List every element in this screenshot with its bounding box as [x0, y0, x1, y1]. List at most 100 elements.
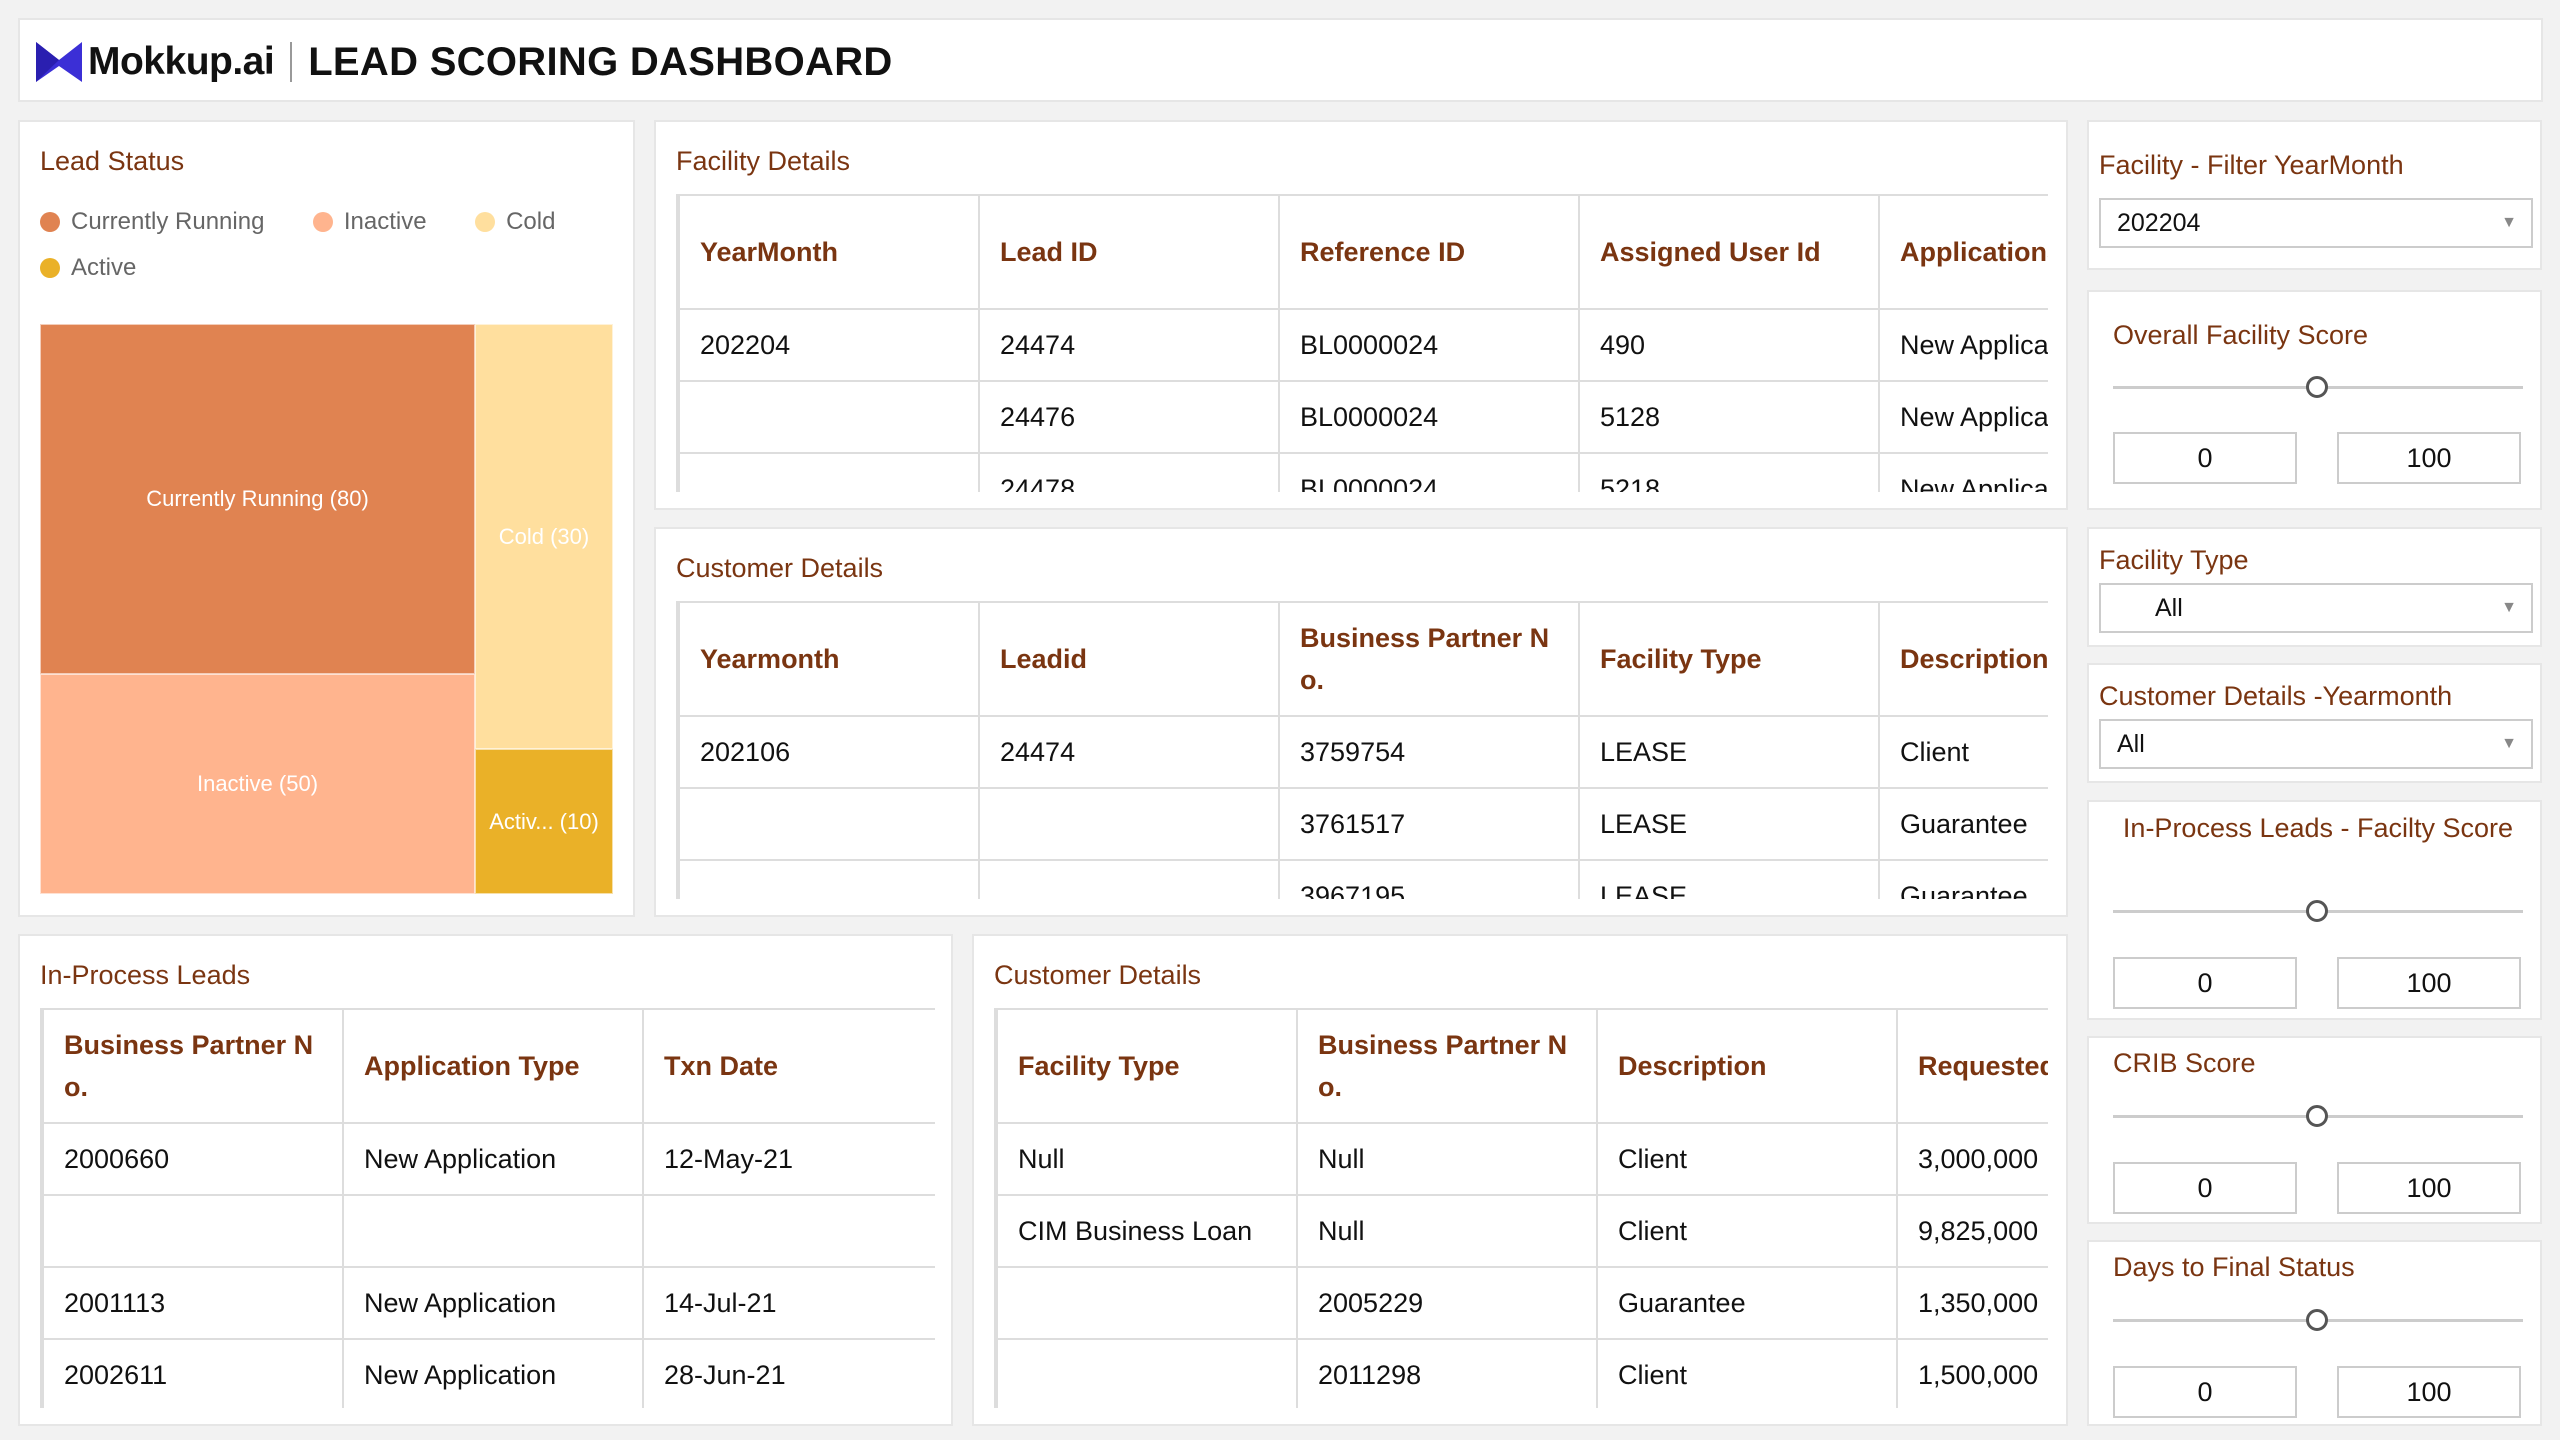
column-header[interactable]: ApplicationStatus: [1878, 194, 2048, 310]
table-cell: CIM Business Loan: [996, 1194, 1298, 1268]
table-row[interactable]: 24478 BL0000024 5218 New Applica: [678, 452, 2048, 492]
table-row[interactable]: 3967195 LEASE Guarantee: [678, 859, 2048, 899]
facility-type-panel: Facility Type All ▼: [2087, 527, 2542, 647]
table-cell: 24474: [978, 308, 1280, 382]
column-header[interactable]: Description: [1878, 601, 2048, 717]
legend-dot: [475, 212, 496, 232]
column-header[interactable]: Assigned User Id: [1578, 194, 1880, 310]
column-header[interactable]: Application Type: [342, 1008, 644, 1124]
overall-score-panel: Overall Facility Score 0 100: [2087, 290, 2542, 510]
treemap-tile-currently-running[interactable]: Currently Running (80): [40, 324, 475, 674]
table-cell: [678, 452, 980, 492]
legend-dot: [312, 212, 333, 232]
table-row[interactable]: 2002611 New Application 28-Jun-21: [42, 1338, 935, 1408]
table-row[interactable]: 202106 24474 3759754 LEASE Client: [678, 715, 2048, 789]
slider-handle[interactable]: [2306, 376, 2328, 398]
lead-status-panel: Lead Status Currently Running Inactive C…: [18, 120, 635, 917]
table-cell: 1,350,000: [1896, 1266, 2048, 1340]
table-cell: Null: [1296, 1194, 1598, 1268]
max-value-input[interactable]: 100: [2337, 957, 2521, 1009]
min-value-input[interactable]: 0: [2113, 1162, 2297, 1214]
customer-details-table: Facility Type Business Partner No. Descr…: [996, 1008, 2048, 1408]
slider-handle[interactable]: [2306, 1309, 2328, 1331]
yearmonth-dropdown[interactable]: 202204 ▼: [2099, 198, 2533, 248]
crib-score-panel: CRIB Score 0 100: [2087, 1036, 2542, 1224]
slider-handle[interactable]: [2306, 1105, 2328, 1127]
slider-handle[interactable]: [2306, 900, 2328, 922]
column-header[interactable]: Reference ID: [1278, 194, 1580, 310]
column-header[interactable]: Requested: [1896, 1008, 2048, 1124]
table-cell: [996, 1266, 1298, 1340]
column-header[interactable]: Facility Type: [1578, 601, 1880, 717]
facility-details-table: YearMonth Lead ID Reference ID Assigned …: [678, 194, 2048, 492]
column-header[interactable]: Txn Date: [642, 1008, 935, 1124]
filter-title: Days to Final Status: [2113, 1252, 2355, 1282]
column-header[interactable]: Facility Type: [996, 1008, 1298, 1124]
table-header-row: Yearmonth Leadid Business Partner No. Fa…: [678, 601, 2048, 717]
table-cell: 3,000,000: [1896, 1122, 2048, 1196]
legend-item-active[interactable]: Active: [40, 254, 136, 282]
table-row[interactable]: 202204 24474 BL0000024 490 New Applica: [678, 308, 2048, 382]
table-cell: Client: [1596, 1338, 1898, 1408]
table-cell: New Application: [342, 1266, 644, 1340]
min-value-input[interactable]: 0: [2113, 1366, 2297, 1418]
column-header[interactable]: Description: [1596, 1008, 1898, 1124]
table-cell: [978, 859, 1280, 899]
customer-details-table-wrap[interactable]: Facility Type Business Partner No. Descr…: [994, 1008, 2048, 1408]
table-cell: 1,500,000: [1896, 1338, 2048, 1408]
table-cell: 490: [1578, 308, 1880, 382]
in-process-leads-table-wrap[interactable]: Business Partner No. Application Type Tx…: [40, 1008, 935, 1408]
treemap-tile-inactive[interactable]: Inactive (50): [40, 674, 475, 894]
legend-item-cold[interactable]: Cold: [475, 208, 555, 236]
table-row[interactable]: 2005229 Guarantee 1,350,000: [996, 1266, 2048, 1340]
customer-details-title: Customer Details: [994, 960, 1202, 990]
table-row[interactable]: 24476 BL0000024 5128 New Applica: [678, 380, 2048, 454]
column-header[interactable]: Yearmonth: [678, 601, 980, 717]
table-row[interactable]: 2001113 New Application 14-Jul-21: [42, 1266, 935, 1340]
legend-item-inactive[interactable]: Inactive: [312, 208, 427, 236]
customer-details-table-wrap[interactable]: Yearmonth Leadid Business Partner No. Fa…: [676, 601, 2048, 899]
table-cell: BL0000024: [1278, 452, 1580, 492]
legend-label: Cold: [506, 208, 556, 235]
table-cell: 2002611: [42, 1338, 344, 1408]
treemap-tile-cold[interactable]: Cold (30): [475, 324, 613, 749]
customer-details-table: Yearmonth Leadid Business Partner No. Fa…: [678, 601, 2048, 899]
legend-label: Currently Running: [71, 208, 265, 235]
days-final-panel: Days to Final Status 0 100: [2087, 1240, 2542, 1426]
column-header[interactable]: Business Partner No.: [1296, 1008, 1598, 1124]
max-value-input[interactable]: 100: [2337, 1162, 2521, 1214]
table-cell: Client: [1596, 1122, 1898, 1196]
dropdown-value: All: [2155, 594, 2183, 622]
table-cell: 202204: [678, 308, 980, 382]
column-header[interactable]: Business Partner No.: [1278, 601, 1580, 717]
table-row[interactable]: 2000660 New Application 12-May-21: [42, 1122, 935, 1196]
table-row[interactable]: Null Null Client 3,000,000: [996, 1122, 2048, 1196]
table-header-row: Business Partner No. Application Type Tx…: [42, 1008, 935, 1124]
table-row[interactable]: 2011298 Client 1,500,000: [996, 1338, 2048, 1408]
logo-text: Mokkup.ai: [88, 40, 275, 83]
table-row[interactable]: 3761517 LEASE Guarantee: [678, 787, 2048, 861]
min-value-input[interactable]: 0: [2113, 957, 2297, 1009]
column-header[interactable]: Business Partner No.: [42, 1008, 344, 1124]
max-value-input[interactable]: 100: [2337, 432, 2521, 484]
column-header[interactable]: YearMonth: [678, 194, 980, 310]
table-row[interactable]: [42, 1194, 935, 1268]
filter-title: In-Process Leads - Facilty Score: [2122, 813, 2514, 843]
customer-yearmonth-dropdown[interactable]: All ▼: [2099, 719, 2533, 769]
facility-details-table-wrap[interactable]: YearMonth Lead ID Reference ID Assigned …: [676, 194, 2048, 492]
dashboard-title: LEAD SCORING DASHBOARD: [308, 39, 893, 84]
facility-type-dropdown[interactable]: All ▼: [2099, 583, 2533, 633]
tile-label: Inactive (50): [196, 771, 319, 796]
dropdown-value: All: [2117, 730, 2145, 758]
max-value-input[interactable]: 100: [2337, 1366, 2521, 1418]
column-header[interactable]: Leadid: [978, 601, 1280, 717]
table-row[interactable]: CIM Business Loan Null Client 9,825,000: [996, 1194, 2048, 1268]
table-cell: New Applica: [1878, 308, 2048, 382]
column-header[interactable]: Lead ID: [978, 194, 1280, 310]
in-process-leads-panel: In-Process Leads Business Partner No. Ap…: [18, 934, 953, 1426]
in-process-leads-table: Business Partner No. Application Type Tx…: [42, 1008, 935, 1408]
min-value-input[interactable]: 0: [2113, 432, 2297, 484]
table-cell: 28-Jun-21: [642, 1338, 935, 1408]
legend-item-currently-running[interactable]: Currently Running: [40, 208, 264, 236]
treemap-tile-active[interactable]: Activ... (10): [475, 749, 613, 894]
